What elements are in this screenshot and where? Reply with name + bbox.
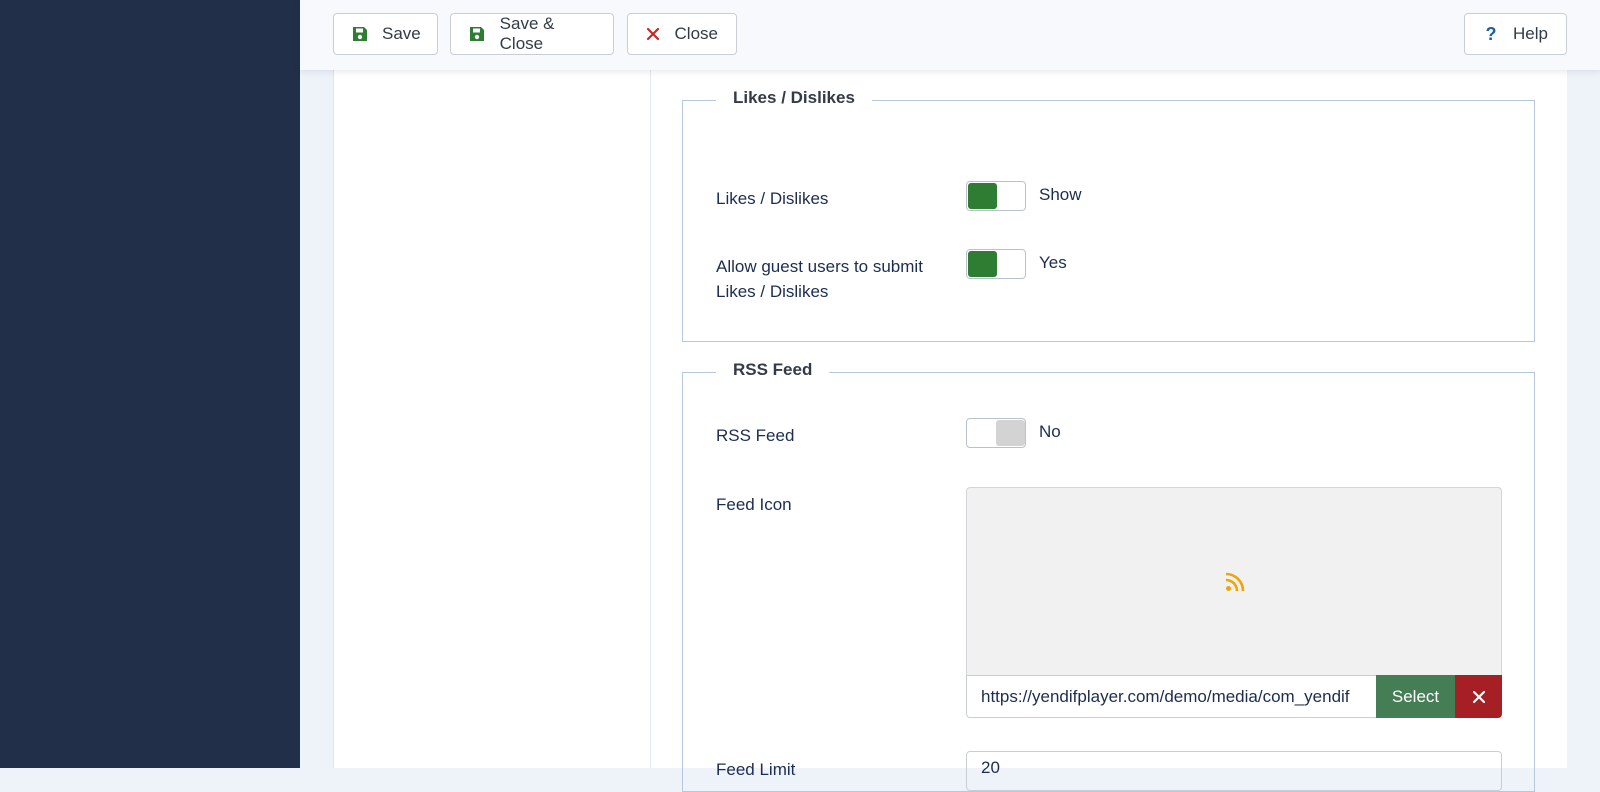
rss-icon <box>1225 572 1245 592</box>
likes-dislikes-legend: Likes / Dislikes <box>716 88 872 108</box>
help-label: Help <box>1513 24 1548 43</box>
save-close-button[interactable]: Save & Close <box>450 13 614 55</box>
rss-feed-value: No <box>1039 422 1061 441</box>
feed-limit-input[interactable]: 20 <box>966 751 1502 791</box>
feed-icon-preview <box>966 487 1502 675</box>
feed-icon-label: Feed Icon <box>716 495 792 514</box>
column-divider <box>650 70 651 768</box>
toggle-knob <box>996 420 1025 446</box>
rss-feed-legend: RSS Feed <box>716 360 830 380</box>
save-label: Save <box>382 24 421 43</box>
feed-icon-url-input[interactable] <box>966 675 1376 718</box>
guest-likes-toggle[interactable] <box>966 249 1026 279</box>
rss-feed-label: RSS Feed <box>716 426 795 445</box>
guest-likes-label-line2: Likes / Dislikes <box>716 282 829 301</box>
guest-likes-label-line1: Allow guest users to submit <box>716 257 923 276</box>
help-button[interactable]: ? Help <box>1464 13 1567 55</box>
save-close-label: Save & Close <box>499 14 555 53</box>
clear-button[interactable] <box>1455 675 1502 718</box>
close-icon <box>1472 690 1485 703</box>
save-button[interactable]: Save <box>333 13 438 55</box>
floppy-disk-icon <box>352 25 368 43</box>
likes-dislikes-fieldset: Likes / Dislikes <box>682 88 1535 342</box>
select-button[interactable]: Select <box>1376 675 1455 718</box>
guest-likes-label: Allow guest users to submit Likes / Disl… <box>716 254 923 304</box>
feed-limit-label: Feed Limit <box>716 760 796 779</box>
rss-feed-toggle[interactable] <box>966 418 1026 448</box>
likes-dislikes-label: Likes / Dislikes <box>716 189 829 208</box>
question-mark-icon: ? <box>1485 23 1497 44</box>
guest-likes-value: Yes <box>1039 253 1067 272</box>
sidebar <box>0 0 300 768</box>
close-label: Close <box>674 24 718 43</box>
floppy-disk-icon <box>469 25 486 43</box>
close-button[interactable]: Close <box>627 13 737 55</box>
likes-dislikes-toggle[interactable] <box>966 181 1026 211</box>
toggle-knob <box>968 183 997 209</box>
close-icon <box>646 25 661 43</box>
toggle-knob <box>968 251 997 277</box>
likes-dislikes-value: Show <box>1039 185 1082 204</box>
